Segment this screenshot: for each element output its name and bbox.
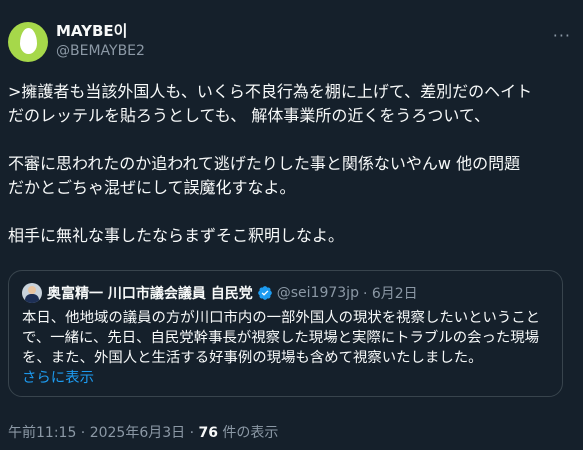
tweet-line: 不審に思われたのか追われて逃げたりした事と関係ないやんw 他の問題: [8, 154, 521, 173]
tweet-line: 相手に無礼な事したならまずそこ釈明しなよ。: [8, 226, 345, 245]
tweet-timestamp[interactable]: 午前11:15 · 2025年6月3日 ·: [8, 425, 199, 441]
quoted-line: で、一緒に、先日、自民党幹事長が視察した現場と実際にトラブルの会った現場: [22, 330, 540, 346]
quoted-tweet[interactable]: 奥富精一 川口市議会議員 自民党 @sei1973jp · 6月2日 本日、他地…: [8, 270, 563, 397]
quoted-line: 本日、他地域の議員の方が川口市内の一部外国人の現状を視察したいということ: [22, 310, 541, 326]
quoted-tweet-header: 奥富精一 川口市議会議員 自民党 @sei1973jp · 6月2日: [22, 282, 418, 304]
author-name[interactable]: MAYBE이: [56, 20, 127, 41]
verified-badge-icon: [257, 286, 272, 300]
quoted-author-name[interactable]: 奥富精一 川口市議会議員 自民党: [47, 283, 253, 303]
author-avatar[interactable]: [8, 22, 48, 62]
tweet-line: だのレッテルを貼ろうとしても、 解体事業所の近くをうろついて、: [8, 106, 491, 125]
quoted-tweet-text: 本日、他地域の議員の方が川口市内の一部外国人の現状を視察したいということ で、一…: [22, 308, 557, 388]
show-more-link[interactable]: さらに表示: [22, 368, 557, 388]
tweet-line: だかとごちゃ混ぜにして誤魔化すなよ。: [8, 178, 296, 197]
more-options-icon[interactable]: ···: [553, 26, 571, 45]
quoted-author-avatar[interactable]: [22, 283, 42, 303]
author-handle[interactable]: @BEMAYBE2: [56, 43, 145, 59]
view-count-label: 件の表示: [217, 425, 279, 441]
quoted-tweet-date[interactable]: · 6月2日: [363, 283, 418, 303]
tweet-text: >擁護者も当該外国人も、いくら不良行為を棚に上げて、差別だのヘイト だのレッテル…: [8, 80, 573, 248]
view-count: 76: [198, 425, 218, 441]
quoted-author-handle[interactable]: @sei1973jp: [277, 285, 359, 301]
egg-avatar-icon: [20, 28, 37, 54]
tweet-line: >擁護者も当該外国人も、いくら不良行為を棚に上げて、差別だのヘイト: [8, 82, 533, 101]
quoted-line: を、また、外国人と生活する好事例の現場も含めて視察いたしました。: [22, 350, 483, 366]
tweet-footer: 午前11:15 · 2025年6月3日 · 76 件の表示: [8, 422, 278, 442]
